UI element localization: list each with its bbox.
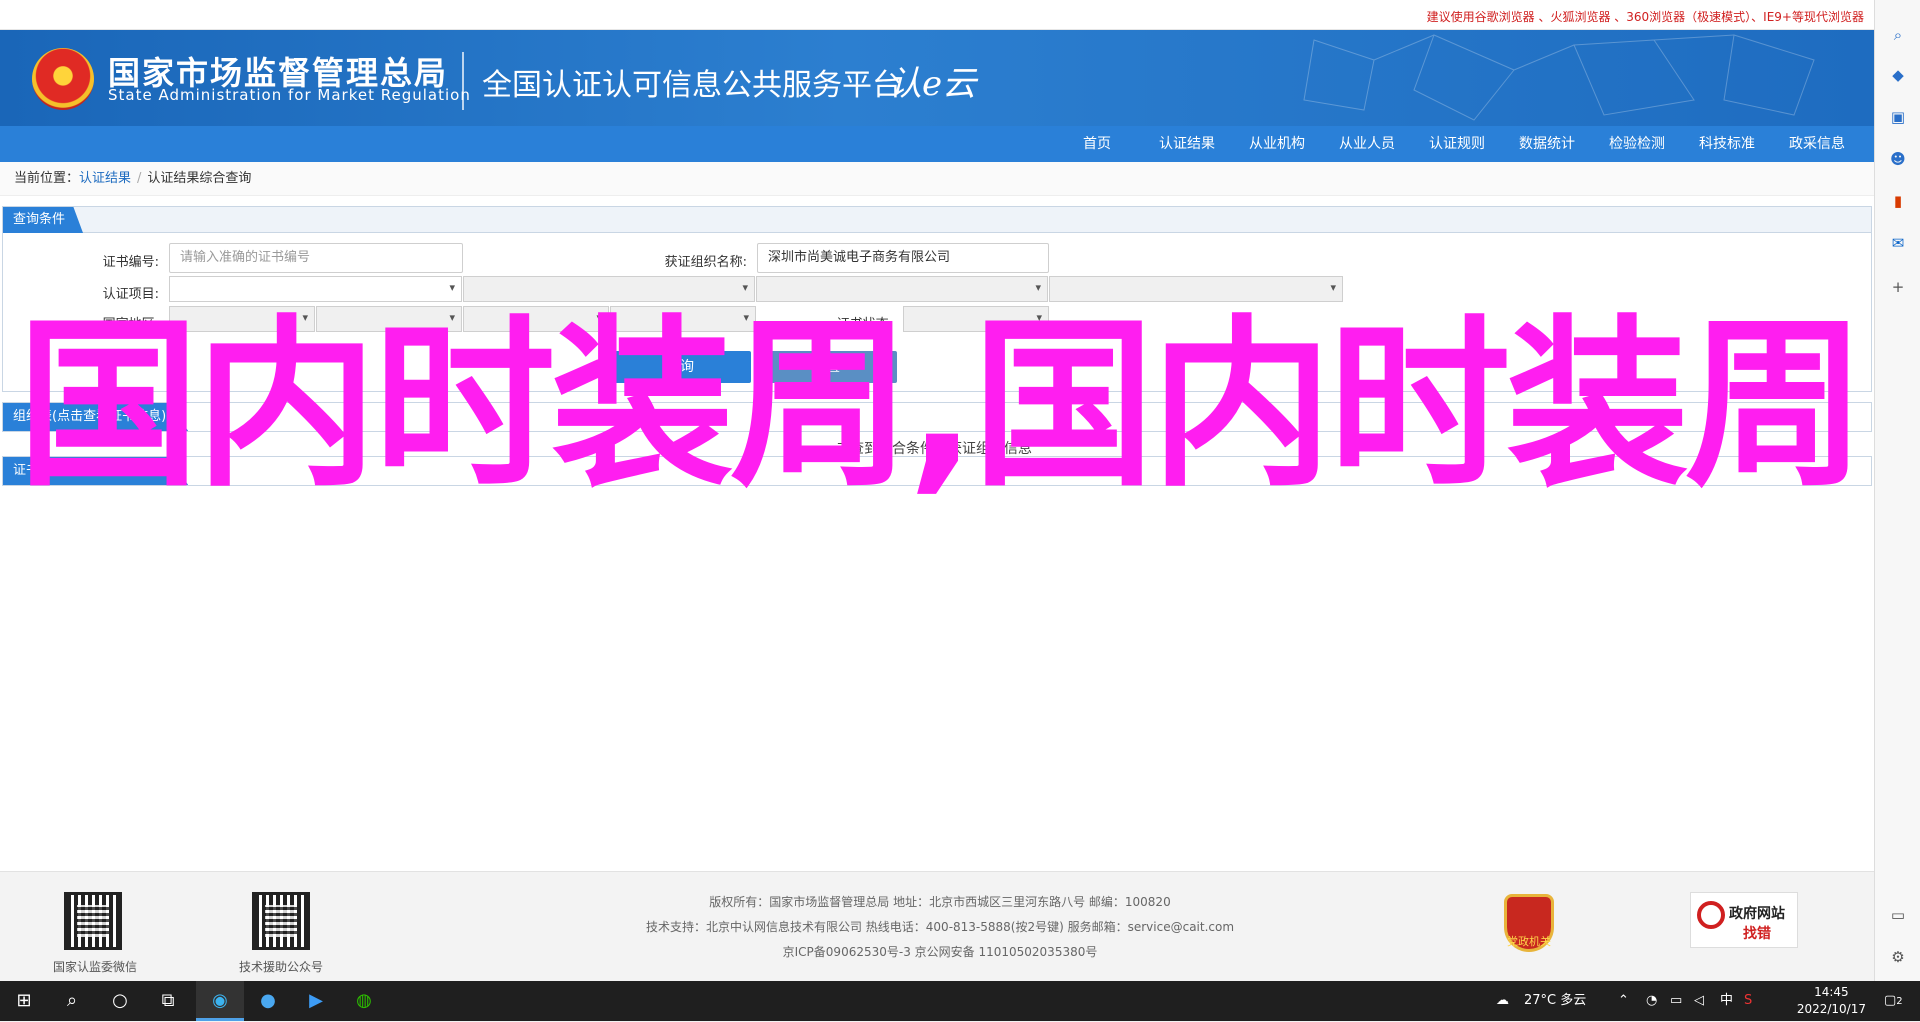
clock-date: 2022/10/17 <box>1796 1002 1866 1016</box>
system-clock[interactable]: 14:45 2022/10/17 <box>1797 984 1866 1018</box>
app-icon-2[interactable]: ▶ <box>292 981 340 1021</box>
weather-text[interactable]: 27°C 多云 <box>1524 981 1586 1021</box>
browser-recommendation: 建议使用谷歌浏览器 、火狐浏览器 、360浏览器（极速模式）、IE9+等现代浏览… <box>1426 10 1864 24</box>
qr-code-wechat <box>64 892 122 950</box>
breadcrumb-link[interactable]: 认证结果 <box>79 171 131 186</box>
breadcrumb-current: 认证结果综合查询 <box>147 171 252 186</box>
gov-site-error-badge[interactable]: 政府网站 找错 <box>1690 892 1798 948</box>
breadcrumb-separator: / <box>137 171 142 186</box>
browser-viewport: 建议使用谷歌浏览器 、火狐浏览器 、360浏览器（极速模式）、IE9+等现代浏览… <box>0 0 1874 981</box>
top-notice-bar: 建议使用谷歌浏览器 、火狐浏览器 、360浏览器（极速模式）、IE9+等现代浏览… <box>0 0 1874 30</box>
tray-app-icon[interactable]: ◔ <box>1646 981 1657 1021</box>
browser-sidebar: ⌕ ◆ ▣ ☻ ▮ ✉ + ▭ ⚙ <box>1874 0 1920 981</box>
footer-line-1: 版权所有：国家市场监督管理总局 地址：北京市西城区三里河东路八号 邮编：1008… <box>709 895 1171 909</box>
search-icon[interactable]: ⌕ <box>1887 24 1909 46</box>
taskbar-search-icon[interactable]: ⌕ <box>48 981 96 1021</box>
nav-cert-results[interactable]: 认证结果 <box>1142 126 1232 162</box>
weather-icon[interactable]: ☁ <box>1496 981 1509 1021</box>
org-name-en: State Administration for Market Regulati… <box>108 86 471 104</box>
settings-gear-icon[interactable]: ⚙ <box>1887 946 1909 968</box>
toolbox-icon[interactable]: ▣ <box>1887 106 1909 128</box>
cortana-icon[interactable]: ○ <box>96 981 144 1021</box>
windows-taskbar: ⊞ ⌕ ○ ⧉ ◉ ● ▶ ◍ ☁ 27°C 多云 ⌃ ◔ ▭ ◁ 中 S 14… <box>0 981 1920 1021</box>
windows-start-icon[interactable]: ⊞ <box>0 981 48 1021</box>
add-icon[interactable]: + <box>1887 276 1909 298</box>
people-icon[interactable]: ☻ <box>1887 148 1909 170</box>
nav-statistics[interactable]: 数据统计 <box>1502 126 1592 162</box>
cert-no-label: 证书编号: <box>102 255 159 270</box>
sogou-ime-icon[interactable]: S <box>1744 981 1752 1021</box>
nav-personnel[interactable]: 从业人员 <box>1322 126 1412 162</box>
cert-cloud-logo: 认e云 <box>888 64 977 104</box>
site-footer: 国家认监委微信 技术援助公众号 版权所有：国家市场监督管理总局 地址：北京市西城… <box>0 871 1874 981</box>
task-view-icon[interactable]: ⧉ <box>144 981 192 1021</box>
breadcrumb-label: 当前位置： <box>14 171 80 186</box>
office-icon[interactable]: ▮ <box>1887 190 1909 212</box>
gov-badge-title: 政府网站 <box>1729 906 1785 922</box>
network-pattern-icon <box>1303 34 1815 121</box>
app-icon-1[interactable]: ● <box>244 981 292 1021</box>
watermark-overlay-text: 国内时装周,国内时装周 <box>17 299 1866 511</box>
platform-title: 全国认证认可信息公共服务平台 <box>482 68 902 103</box>
org-name-input[interactable]: 深圳市尚美诚电子商务有限公司 <box>757 243 1049 273</box>
qr-code-public-account <box>252 892 310 950</box>
nav-inspection[interactable]: 检验检测 <box>1592 126 1682 162</box>
party-gov-badge-text: 党政机关 <box>1507 935 1551 948</box>
edge-browser-icon[interactable]: ◉ <box>196 981 244 1021</box>
nav-home[interactable]: 首页 <box>1052 126 1142 162</box>
nav-cert-rules[interactable]: 认证规则 <box>1412 126 1502 162</box>
network-icon[interactable]: ▭ <box>1670 981 1682 1021</box>
nav-procurement[interactable]: 政采信息 <box>1772 126 1862 162</box>
footer-line-2: 技术支持：北京中认网信息技术有限公司 热线电话：400-813-5888(按2号… <box>645 920 1235 934</box>
tag-icon[interactable]: ◆ <box>1887 64 1909 86</box>
footer-info: 版权所有：国家市场监督管理总局 地址：北京市西城区三里河东路八号 邮编：1008… <box>620 890 1260 965</box>
national-emblem-icon <box>32 48 94 110</box>
tray-chevron-icon[interactable]: ⌃ <box>1618 981 1629 1021</box>
nav-standards[interactable]: 科技标准 <box>1682 126 1772 162</box>
footer-line-3: 京ICP备09062530号-3 京公网安备 11010502035380号 <box>782 945 1098 959</box>
nav-institutions[interactable]: 从业机构 <box>1232 126 1322 162</box>
org-name-label: 获证组织名称: <box>664 255 747 270</box>
breadcrumb: 当前位置：认证结果 / 认证结果综合查询 <box>0 162 1874 196</box>
ime-indicator[interactable]: 中 <box>1720 981 1733 1021</box>
outlook-icon[interactable]: ✉ <box>1887 232 1909 254</box>
main-nav: 首页 认证结果 从业机构 从业人员 认证规则 数据统计 检验检测 科技标准 政采… <box>0 126 1874 162</box>
qr1-caption: 国家认监委微信 <box>52 960 137 974</box>
notification-center-icon[interactable]: ▢2 <box>1884 981 1903 1021</box>
magnifier-icon <box>1697 901 1725 929</box>
query-panel-header: 查询条件 <box>3 207 1871 233</box>
qr2-caption: 技术援助公众号 <box>238 960 323 974</box>
header-divider <box>462 52 464 110</box>
clock-time: 14:45 <box>1814 985 1849 999</box>
wechat-icon[interactable]: ◍ <box>340 981 388 1021</box>
sidebar-toggle-icon[interactable]: ▭ <box>1887 904 1909 926</box>
site-header: 国家市场监督管理总局 State Administration for Mark… <box>0 30 1874 126</box>
volume-icon[interactable]: ◁ <box>1694 981 1704 1021</box>
party-gov-badge-icon[interactable]: 党政机关 <box>1504 894 1554 952</box>
cert-no-input[interactable]: 请输入准确的证书编号 <box>169 243 463 273</box>
gov-badge-subtitle: 找错 <box>1743 926 1771 942</box>
notification-count: 2 <box>1896 996 1903 1007</box>
query-panel-title: 查询条件 <box>3 207 84 233</box>
